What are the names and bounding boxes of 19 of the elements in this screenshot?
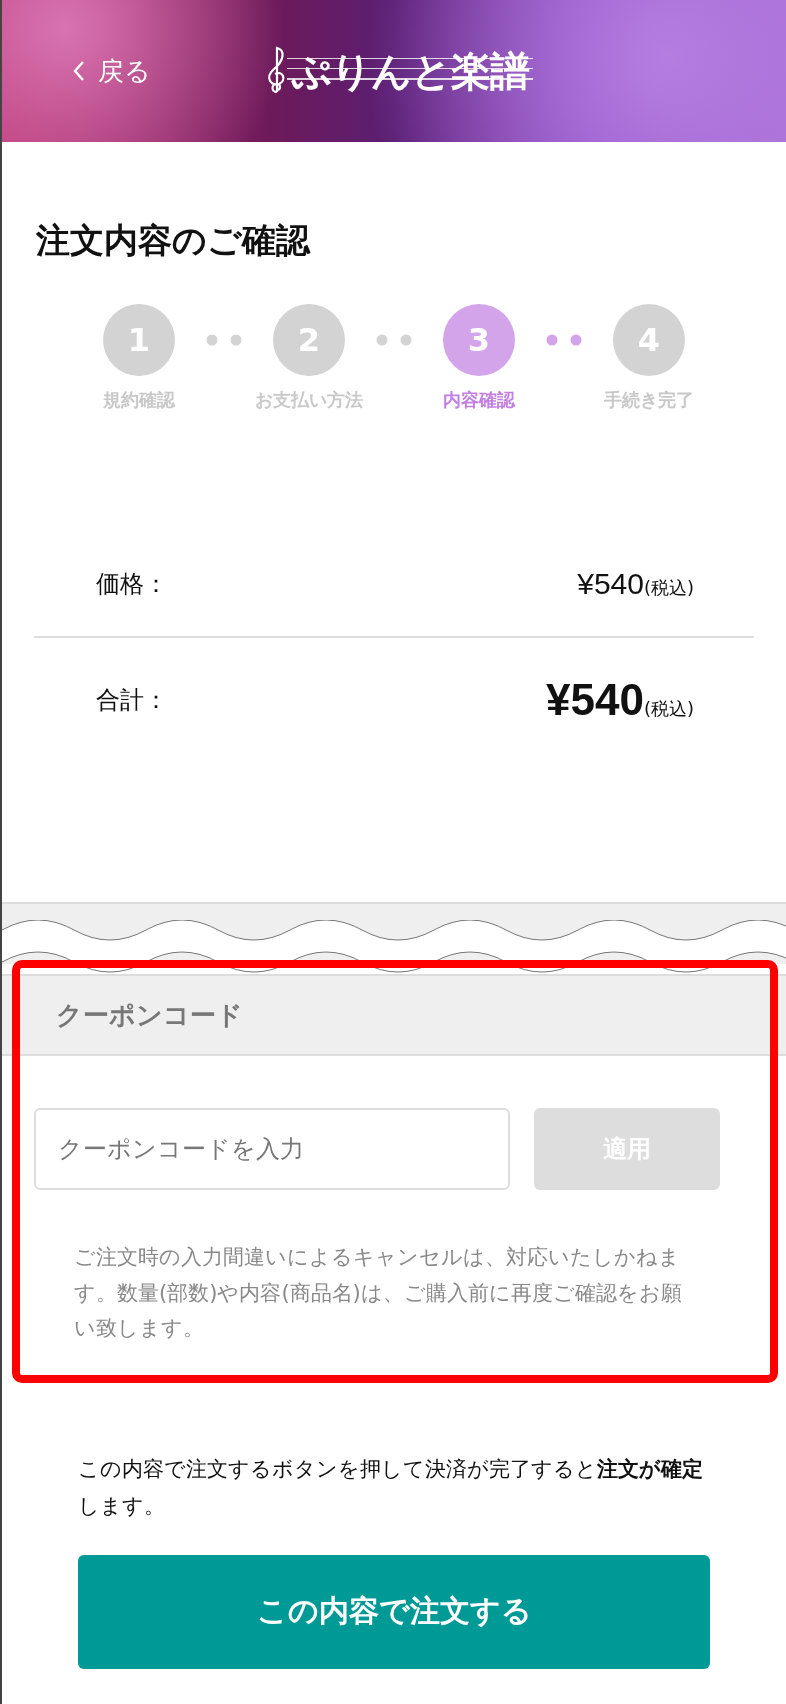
step-number: 3 — [443, 304, 515, 376]
confirm-text: この内容で注文するボタンを押して決済が完了すると注文が確定します。 — [78, 1456, 704, 1520]
back-button[interactable]: 戻る — [68, 49, 155, 93]
treble-clef-icon — [265, 46, 287, 96]
step-label: 内容確認 — [443, 388, 515, 412]
step-connector-icon — [376, 334, 412, 346]
tax-note: (税込) — [643, 697, 694, 721]
amount-value: ¥540 — [546, 675, 644, 725]
order-button[interactable]: この内容で注文する — [78, 1554, 710, 1669]
page-title: 注文内容のご確認 — [36, 219, 312, 262]
section-heading: クーポンコード — [56, 998, 243, 1032]
amount-value: ¥540 — [577, 567, 644, 601]
step-connector-icon — [546, 334, 582, 346]
summary-label: 価格： — [96, 569, 168, 600]
summary-label: 合計： — [96, 685, 168, 716]
chevron-left-icon — [72, 60, 86, 82]
notice-text: ご注文時の入力間違いによるキャンセルは、対応いたしかねます。数量(部数)や内容(商品名)は、ご購入前に再度ご確認をお願い致します。 — [74, 1244, 683, 1343]
tax-note: (税込) — [643, 576, 694, 600]
step-connector-icon — [206, 334, 242, 346]
